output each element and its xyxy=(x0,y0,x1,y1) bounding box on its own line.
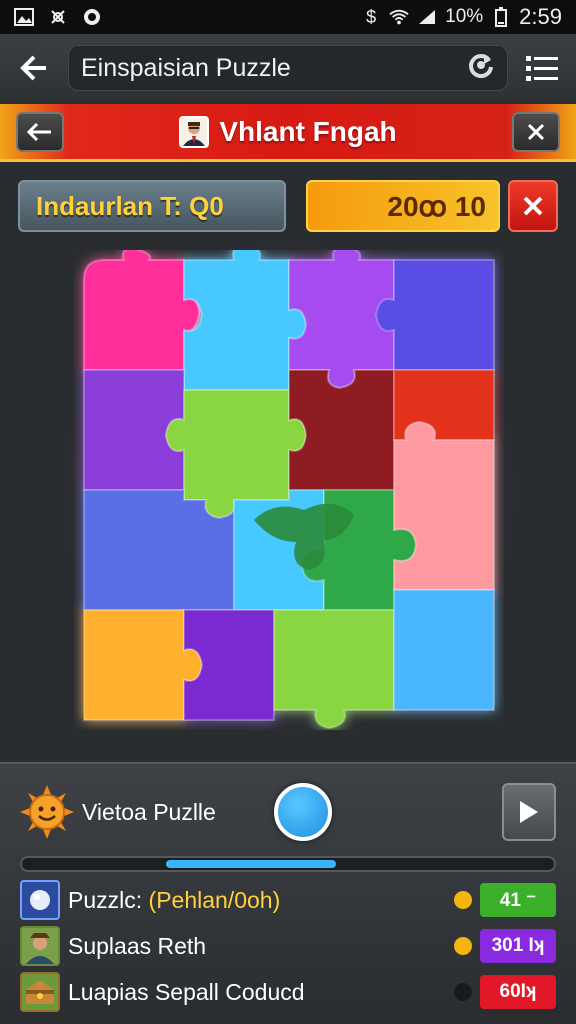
record-button[interactable] xyxy=(274,783,332,841)
gallery-icon xyxy=(14,7,34,27)
puzzle-piece xyxy=(273,609,395,730)
puzzle-label: Vietoa Puzlle xyxy=(82,798,216,825)
back-arrow-icon[interactable] xyxy=(14,48,54,88)
player-row[interactable]: Suplaas Reth 301 Iʞ xyxy=(20,926,556,966)
clock-time: 2:59 xyxy=(519,4,562,29)
close-icon xyxy=(523,196,543,216)
chest-icon xyxy=(20,972,60,1012)
score-display: 20ꝏ 10 xyxy=(306,180,500,232)
puzzle-piece xyxy=(393,589,495,711)
game-header: Vhlant Fngah xyxy=(0,104,576,162)
puzzle-board[interactable] xyxy=(74,243,504,730)
progress-bar xyxy=(20,856,556,872)
puzzle-piece xyxy=(288,369,395,491)
status-dot xyxy=(454,983,472,1001)
puzzle-piece xyxy=(393,420,495,591)
signal-icon xyxy=(417,7,437,27)
puzzle-piece xyxy=(374,259,495,371)
battery-text: 10% xyxy=(445,6,484,27)
puzzle-piece xyxy=(164,389,308,520)
score-badge: 301 Iʞ xyxy=(480,929,556,963)
status-dot xyxy=(454,937,472,955)
player-name: Luapias Sepall Coducd xyxy=(68,978,305,1005)
dollar-icon: $ xyxy=(366,6,377,27)
circle-avatar-icon xyxy=(20,880,60,920)
fingerprint-icon xyxy=(48,7,68,27)
progress-fill xyxy=(166,860,336,868)
puzzle-piece xyxy=(183,243,308,391)
status-bar: $ 10% 2:59 xyxy=(0,0,576,34)
score-badge: 41 ⁻ xyxy=(480,883,556,917)
play-icon xyxy=(520,801,538,823)
app-title: Einspaisian Puzzle xyxy=(81,53,291,82)
battery-icon xyxy=(491,7,511,27)
player-name: Suplaas Reth xyxy=(68,932,207,959)
player-avatar-icon xyxy=(20,926,60,966)
play-button[interactable] xyxy=(502,783,556,841)
address-field[interactable]: Einspaisian Puzzle xyxy=(68,45,508,91)
player-row[interactable]: Puzzlc: (Pehlan/0oh) 41 ⁻ xyxy=(20,880,556,920)
player-row[interactable]: Luapias Sepall Coducd 60Iʞ xyxy=(20,972,556,1012)
game-title: Vhlant Fngah xyxy=(219,115,397,147)
close-icon xyxy=(527,123,545,140)
status-dot xyxy=(454,891,472,909)
puzzle-pieces xyxy=(83,243,495,730)
score-badge: 60Iʞ xyxy=(480,975,556,1009)
sun-icon xyxy=(20,785,74,839)
avatar xyxy=(179,115,210,148)
puzzle-piece xyxy=(83,247,201,371)
arrow-left-icon xyxy=(27,122,51,141)
player-name: Puzzlc: (Pehlan/0oh) xyxy=(68,886,281,913)
header-back-button[interactable] xyxy=(16,111,64,152)
header-close-button[interactable] xyxy=(512,111,560,152)
score-row: Indaurlan T: Q0 20ꝏ 10 xyxy=(18,180,558,232)
close-game-button[interactable] xyxy=(508,180,558,232)
app-bar: Einspaisian Puzzle xyxy=(0,34,576,102)
timer-display: Indaurlan T: Q0 xyxy=(18,180,286,232)
wifi-icon xyxy=(389,7,409,27)
bottom-panel: Vietoa Puzlle Puzzlc: (Pehlan/0oh) 41 ⁻ … xyxy=(0,762,576,1024)
circle-app-icon xyxy=(82,7,102,27)
list-menu-icon[interactable] xyxy=(522,48,562,88)
refresh-icon[interactable] xyxy=(467,51,495,86)
